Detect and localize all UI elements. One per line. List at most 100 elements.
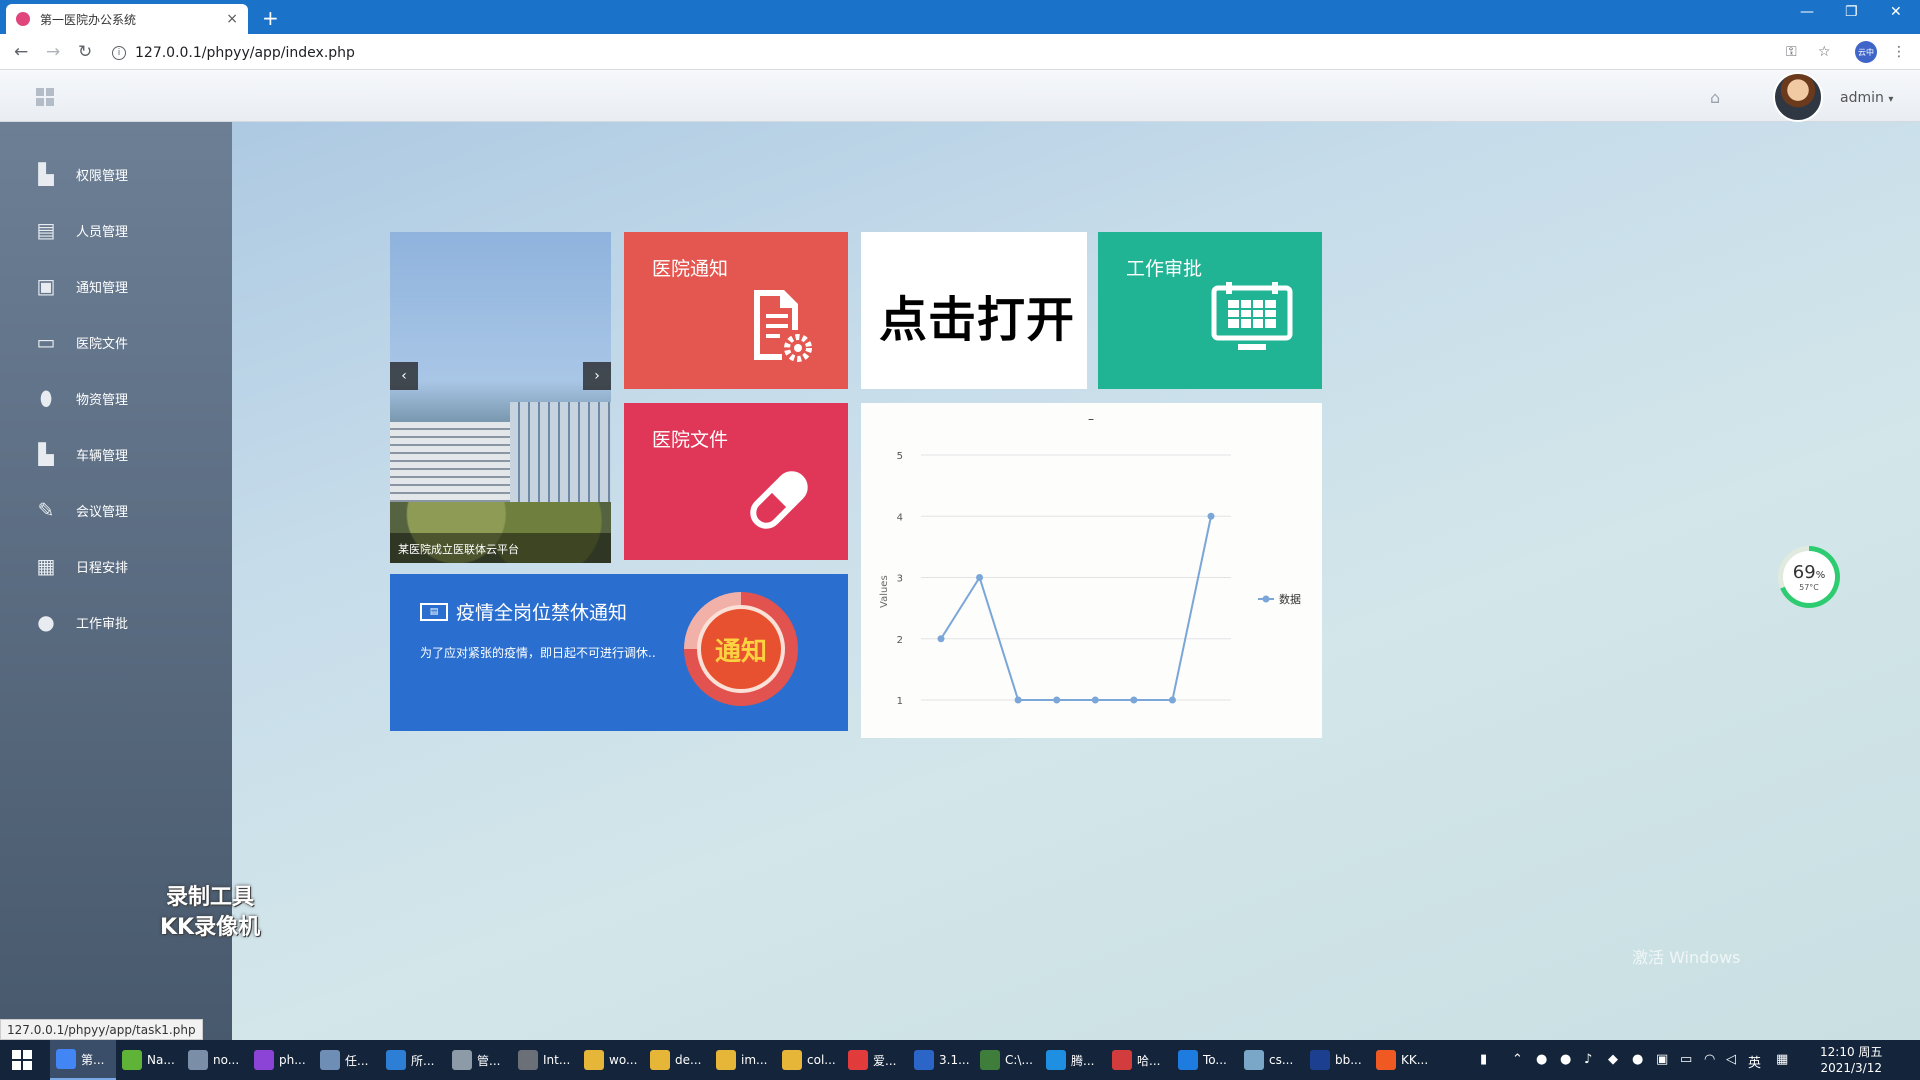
- taskbar-item[interactable]: ph...: [248, 1040, 314, 1080]
- pill-icon: ⬮: [39, 386, 53, 410]
- taskbar-item[interactable]: no...: [182, 1040, 248, 1080]
- volume-icon[interactable]: ◁: [1726, 1052, 1736, 1067]
- key-icon[interactable]: ⚿: [1786, 44, 1797, 60]
- windows-start-icon[interactable]: [12, 1050, 32, 1070]
- data-point: [976, 574, 984, 581]
- gauge-temp: 57°C: [1799, 583, 1819, 592]
- taskbar-item[interactable]: 3.1...: [908, 1040, 974, 1080]
- taskbar-item[interactable]: 第...: [50, 1040, 116, 1080]
- taskbar-item[interactable]: de...: [644, 1040, 710, 1080]
- app-icon: [386, 1050, 406, 1070]
- minimize-icon[interactable]: —: [1800, 4, 1814, 20]
- sidebar-item-vehicles[interactable]: ▙ 车辆管理: [0, 426, 232, 482]
- app-icon: [320, 1050, 340, 1070]
- status-bar-url: 127.0.0.1/phpyy/app/task1.php: [0, 1019, 203, 1040]
- work-approval-tile[interactable]: 工作审批: [1098, 232, 1322, 389]
- qq-icon[interactable]: ●: [1632, 1052, 1643, 1067]
- tray-app-icon[interactable]: ▣: [1656, 1052, 1668, 1067]
- power-icon[interactable]: ▭: [1680, 1052, 1692, 1067]
- browser-menu-icon[interactable]: ⋮: [1892, 44, 1906, 60]
- restore-icon[interactable]: ❐: [1845, 4, 1858, 20]
- user-avatar[interactable]: [1773, 72, 1823, 122]
- taskbar-item[interactable]: 腾...: [1040, 1040, 1106, 1080]
- sidebar-item-supplies[interactable]: ⬮ 物资管理: [0, 370, 232, 426]
- watermark-line1: 录制工具: [166, 885, 255, 910]
- taskbar-item-label: To...: [1203, 1053, 1227, 1067]
- taskbar-item[interactable]: wo...: [578, 1040, 644, 1080]
- taskbar-item[interactable]: 任...: [314, 1040, 380, 1080]
- bookmark-star-icon[interactable]: ☆: [1818, 44, 1831, 60]
- tray-app-icon[interactable]: ◆: [1608, 1052, 1618, 1067]
- sidebar-item-staff[interactable]: ▤ 人员管理: [0, 202, 232, 258]
- data-point: [1053, 696, 1061, 704]
- y-axis-label: Values: [879, 575, 890, 608]
- tab-title: 第一医院办公系统: [40, 12, 137, 27]
- input-keyboard-icon[interactable]: ▦: [1776, 1052, 1788, 1067]
- taskbar-item[interactable]: 管...: [446, 1040, 512, 1080]
- taskbar-item[interactable]: cs...: [1238, 1040, 1304, 1080]
- sidebar-item-label: 会议管理: [76, 504, 129, 520]
- news-icon: ▤: [420, 602, 448, 621]
- sidebar-item-notices[interactable]: ▣ 通知管理: [0, 258, 232, 314]
- tile-title: 医院通知: [652, 258, 729, 280]
- taskbar-item[interactable]: C:\...: [974, 1040, 1040, 1080]
- tray-expand-icon[interactable]: ⌃: [1512, 1052, 1523, 1067]
- browser-tab[interactable]: 第一医院办公系统 ×: [6, 4, 248, 34]
- reload-icon[interactable]: ↻: [78, 42, 92, 62]
- sidebar-item-schedule[interactable]: ▦ 日程安排: [0, 538, 232, 594]
- performance-gauge[interactable]: 69% 57°C: [1778, 546, 1840, 608]
- user-menu[interactable]: admin ▾: [1840, 90, 1893, 106]
- new-tab-button[interactable]: +: [262, 6, 279, 30]
- tray-app-icon[interactable]: ●: [1560, 1052, 1571, 1067]
- forward-arrow-icon[interactable]: →: [46, 42, 60, 62]
- taskbar-item[interactable]: bb...: [1304, 1040, 1370, 1080]
- home-icon[interactable]: ⌂: [1710, 88, 1720, 107]
- app-icon: [914, 1050, 934, 1070]
- sidebar-item-permissions[interactable]: ▙ 权限管理: [0, 146, 232, 202]
- taskbar-item[interactable]: KK...: [1370, 1040, 1436, 1080]
- site-info-icon[interactable]: i: [112, 46, 126, 60]
- pencil-icon: ✎: [37, 498, 55, 522]
- back-arrow-icon[interactable]: ←: [14, 42, 28, 62]
- taskbar-item[interactable]: To...: [1172, 1040, 1238, 1080]
- epidemic-notice-tile[interactable]: ▤ 疫情全岗位禁休通知 为了应对紧张的疫情，即日起不可进行调休.. 通知: [390, 574, 848, 731]
- taskbar-item[interactable]: 爱...: [842, 1040, 908, 1080]
- click-open-tile[interactable]: 点击打开: [861, 232, 1087, 389]
- carousel-next-button[interactable]: ›: [583, 362, 611, 390]
- taskbar-item[interactable]: Int...: [512, 1040, 578, 1080]
- taskbar-item-label: 3.1...: [939, 1053, 970, 1067]
- clock-date: 2021/3/12: [1820, 1061, 1882, 1075]
- news-carousel[interactable]: ‹ › 某医院成立医联体云平台: [390, 232, 611, 563]
- hospital-notice-tile[interactable]: 医院通知: [624, 232, 848, 389]
- sidebar-item-meetings[interactable]: ✎ 会议管理: [0, 482, 232, 538]
- window-close-icon[interactable]: ✕: [1890, 4, 1902, 20]
- carousel-prev-button[interactable]: ‹: [390, 362, 418, 390]
- taskbar-item[interactable]: Na...: [116, 1040, 182, 1080]
- notification-bell-icon[interactable]: ♪: [1584, 1052, 1592, 1067]
- sidebar-item-approval[interactable]: ● 工作审批: [0, 594, 232, 650]
- taskbar-item[interactable]: 所...: [380, 1040, 446, 1080]
- wifi-icon[interactable]: ◠: [1704, 1052, 1715, 1067]
- sidebar-item-label: 医院文件: [76, 336, 129, 352]
- sidebar-item-files[interactable]: ▭ 医院文件: [0, 314, 232, 370]
- app-icon: [56, 1049, 76, 1069]
- system-clock[interactable]: 12:10 周五 2021/3/12: [1820, 1044, 1882, 1076]
- ime-indicator[interactable]: 英: [1748, 1052, 1761, 1071]
- sidebar-item-label: 车辆管理: [76, 448, 129, 464]
- app-icon: [848, 1050, 868, 1070]
- url-field[interactable]: i 127.0.0.1/phpyy/app/index.php: [112, 41, 1762, 65]
- tray-app-icon[interactable]: ●: [1536, 1052, 1547, 1067]
- gauge-percent: 69: [1792, 562, 1816, 583]
- taskbar-item[interactable]: im...: [710, 1040, 776, 1080]
- battery-icon[interactable]: ▮: [1480, 1052, 1487, 1067]
- app-icon: [716, 1050, 736, 1070]
- menu-grid-icon[interactable]: [36, 88, 54, 106]
- hospital-files-tile[interactable]: 医院文件: [624, 403, 848, 560]
- profile-avatar[interactable]: 云中: [1855, 41, 1877, 63]
- taskbar-item-label: 第...: [81, 1052, 105, 1067]
- taskbar-item[interactable]: col...: [776, 1040, 842, 1080]
- data-point: [1168, 696, 1176, 704]
- tab-close-icon[interactable]: ×: [226, 11, 238, 27]
- taskbar-item[interactable]: 哈...: [1106, 1040, 1172, 1080]
- app-icon: [1376, 1050, 1396, 1070]
